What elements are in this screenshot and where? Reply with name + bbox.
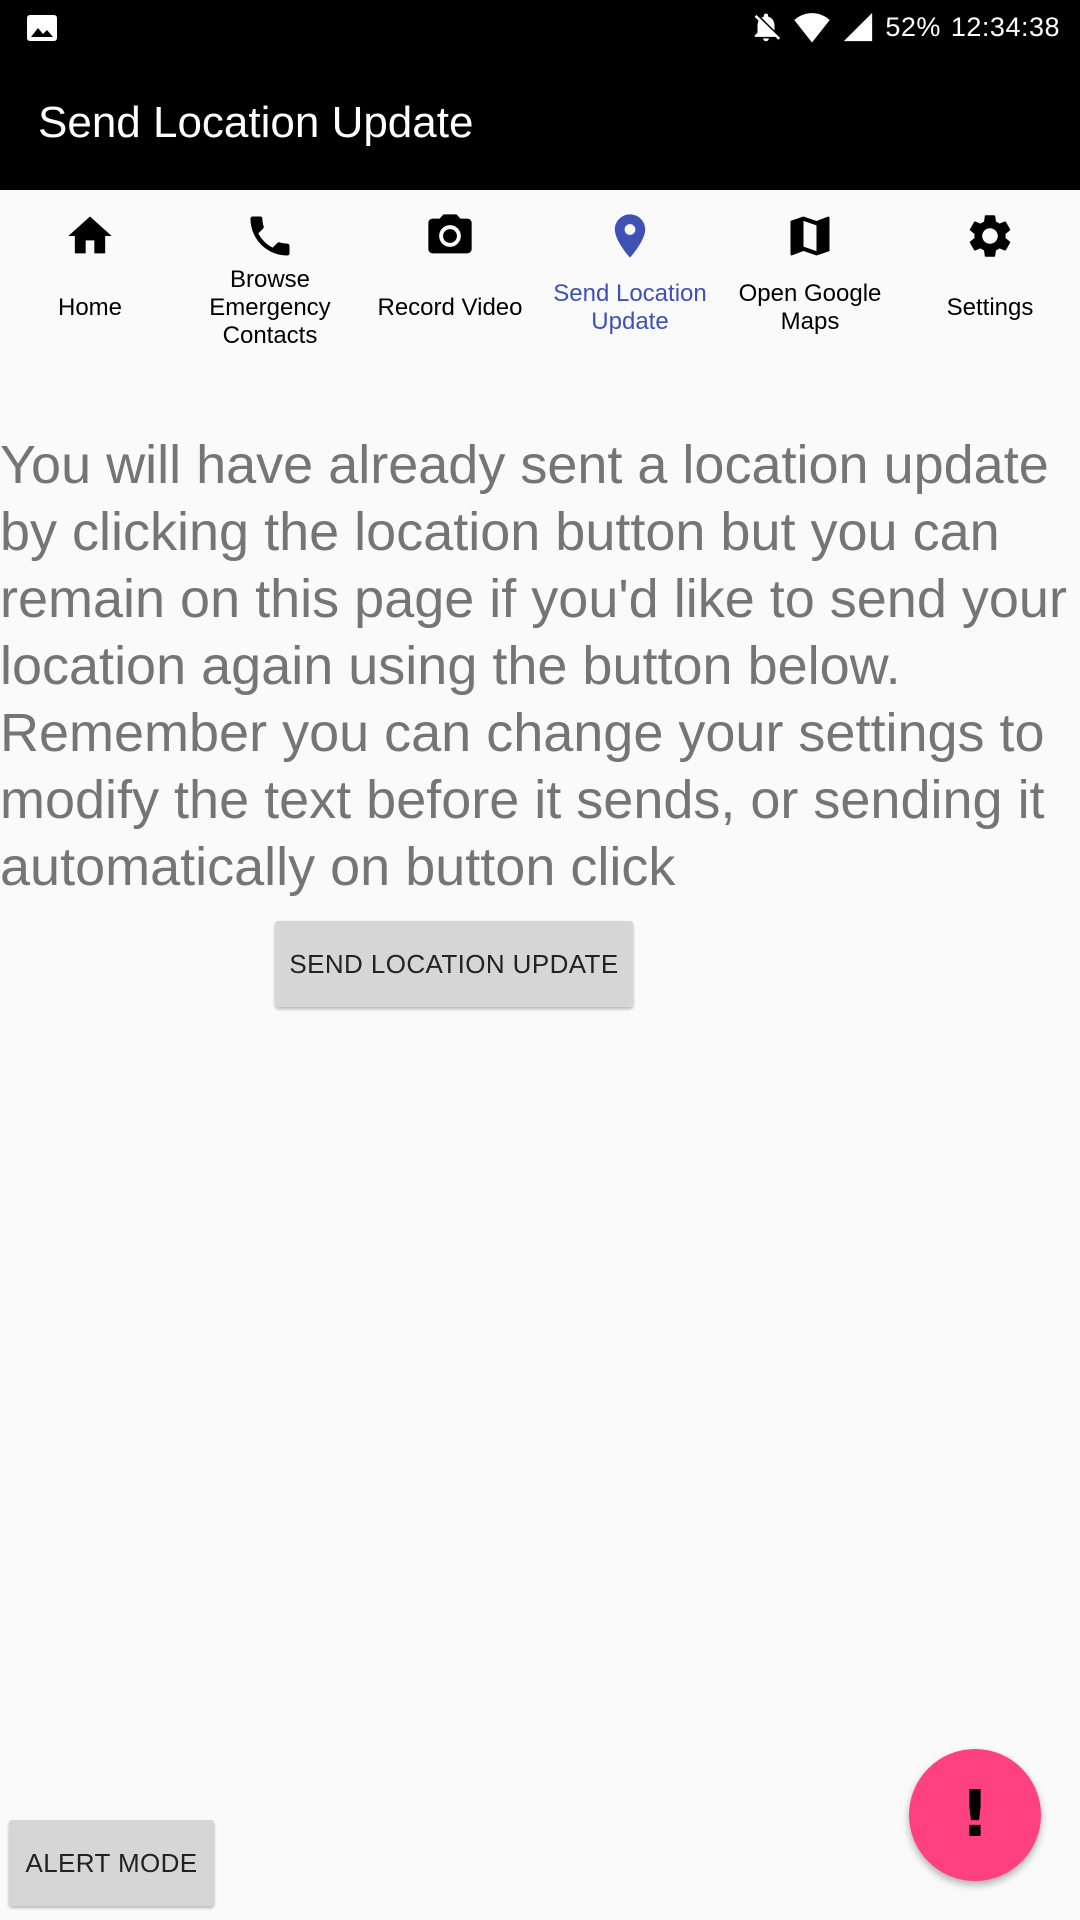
nav-item-settings[interactable]: Settings	[900, 190, 1080, 360]
nav-item-home[interactable]: Home	[0, 190, 180, 360]
nav-item-browse-emergency-contacts[interactable]: Browse Emergency Contacts	[180, 190, 360, 360]
wifi-icon	[794, 13, 831, 43]
nav-item-label: Open Google Maps	[738, 280, 882, 335]
nav-item-label: Browse Emergency Contacts	[209, 266, 331, 349]
nav-item-send-location-update[interactable]: Send Location Update	[540, 190, 720, 360]
camera-icon	[428, 214, 472, 254]
nav-item-label: Record Video	[377, 294, 523, 321]
battery-text: 52%	[885, 11, 941, 42]
status-bar: 52% 12:34:38	[0, 0, 1080, 56]
home-icon	[68, 216, 112, 254]
status-icons: 52% 12:34:38	[749, 10, 1060, 44]
cell-signal-icon	[844, 12, 873, 42]
gear-icon	[969, 215, 1011, 257]
alert-mode-button[interactable]: ALERT MODE	[9, 1820, 214, 1906]
notifications-off-icon	[755, 13, 781, 42]
nav-item-label: Home	[57, 294, 123, 321]
info-message: You will have already sent a location up…	[0, 435, 1067, 897]
page-title: Send Location Update	[38, 98, 474, 147]
map-icon	[790, 216, 830, 256]
app-bar: Send Location Update	[0, 56, 1080, 190]
alert-fab-button[interactable]: !	[909, 1749, 1041, 1881]
image-notification-icon	[27, 15, 57, 41]
nav-item-open-google-maps[interactable]: Open Google Maps	[720, 190, 900, 360]
send-location-update-button[interactable]: SEND LOCATION UPDATE	[275, 921, 633, 1007]
phone-icon	[250, 216, 290, 256]
nav-item-label: Send Location Update	[553, 280, 707, 335]
nav-item-label: Settings	[946, 294, 1034, 321]
location-pin-icon	[614, 214, 646, 258]
clock-text: 12:34:38	[950, 11, 1060, 42]
exclamation-icon: !	[960, 1778, 990, 1852]
nav-bar: Home Browse Emergency Contacts Record Vi…	[0, 190, 1080, 360]
nav-item-record-video[interactable]: Record Video	[360, 190, 540, 360]
